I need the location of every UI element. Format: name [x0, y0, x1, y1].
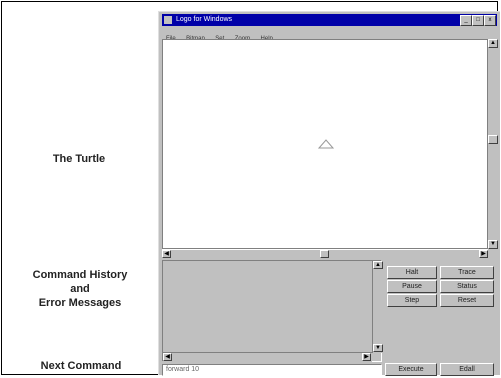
- title-bar[interactable]: Logo for Windows _ □ x: [162, 14, 497, 26]
- scroll-thumb-vertical[interactable]: [488, 135, 498, 144]
- pause-button[interactable]: Pause: [387, 280, 437, 293]
- menu-bar: File Bitmap Set Zoom Help: [162, 27, 497, 42]
- logo-window: Logo for Windows _ □ x File Bitmap Set Z…: [158, 11, 500, 376]
- close-button[interactable]: x: [484, 15, 496, 26]
- turtle-canvas[interactable]: [162, 39, 488, 249]
- scroll-left-arrow[interactable]: ◀: [162, 250, 171, 258]
- turtle-icon: [317, 139, 335, 149]
- history-scroll-up-arrow[interactable]: ▲: [373, 261, 383, 269]
- canvas-horizontal-scrollbar[interactable]: ◀ ▶: [162, 249, 488, 258]
- history-horizontal-scrollbar[interactable]: ◀ ▶: [163, 352, 372, 362]
- history-scroll-right-arrow[interactable]: ▶: [362, 353, 371, 361]
- history-scroll-down-arrow[interactable]: ▼: [373, 344, 383, 352]
- history-annotation-line3: Error Messages: [38, 297, 122, 309]
- scroll-up-arrow[interactable]: ▲: [488, 39, 498, 48]
- command-history-list[interactable]: ▲ ▼ ◀ ▶: [162, 260, 383, 362]
- canvas-vertical-scrollbar[interactable]: ▲ ▼: [488, 39, 498, 249]
- halt-button[interactable]: Halt: [387, 266, 437, 279]
- scroll-down-arrow[interactable]: ▼: [488, 240, 498, 249]
- history-annotation-line2: and: [70, 283, 90, 295]
- system-menu-icon[interactable]: [164, 16, 172, 24]
- maximize-button[interactable]: □: [472, 15, 484, 26]
- history-annotation: Command History and Error Messages: [10, 268, 150, 310]
- next-command-annotation: Next Command: [40, 360, 122, 372]
- history-annotation-line1: Command History: [32, 269, 128, 281]
- step-button[interactable]: Step: [387, 294, 437, 307]
- trace-button[interactable]: Trace: [440, 266, 494, 279]
- history-vertical-scrollbar[interactable]: ▲ ▼: [372, 261, 383, 353]
- reset-button[interactable]: Reset: [440, 294, 494, 307]
- history-scroll-left-arrow[interactable]: ◀: [163, 353, 172, 361]
- execute-button[interactable]: Execute: [385, 363, 437, 376]
- turtle-drawing: [317, 139, 335, 149]
- scroll-thumb-horizontal[interactable]: [320, 250, 329, 258]
- status-button[interactable]: Status: [440, 280, 494, 293]
- edall-button[interactable]: Edall: [440, 363, 494, 376]
- minimize-button[interactable]: _: [460, 15, 472, 26]
- scroll-right-arrow[interactable]: ▶: [479, 250, 488, 258]
- window-title: Logo for Windows: [176, 16, 233, 23]
- command-input[interactable]: forward 10: [162, 364, 382, 376]
- turtle-annotation: The Turtle: [52, 153, 106, 165]
